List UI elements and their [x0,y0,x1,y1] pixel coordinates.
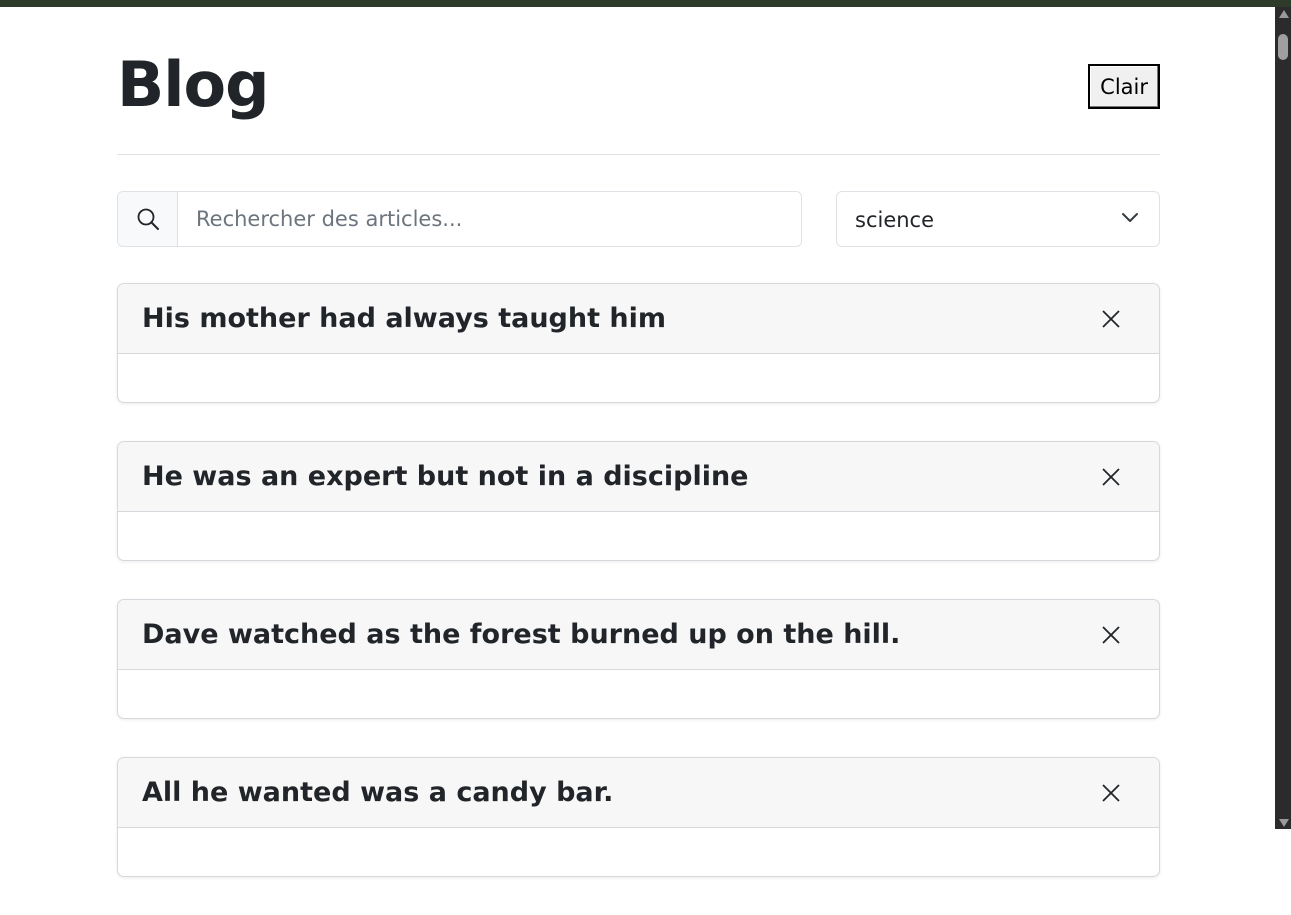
article-card-header: Dave watched as the forest burned up on … [118,600,1159,670]
article-title: All he wanted was a candy bar. [142,777,614,808]
article-card-header: He was an expert but not in a discipline [118,442,1159,512]
theme-toggle-button[interactable]: Clair [1088,64,1160,109]
close-icon[interactable] [1099,465,1123,489]
article-title: He was an expert but not in a discipline [142,461,749,492]
article-list: His mother had always taught him He was … [117,283,1160,915]
close-icon[interactable] [1099,623,1123,647]
close-icon[interactable] [1099,781,1123,805]
search-input[interactable] [178,192,801,246]
article-title: His mother had always taught him [142,303,667,334]
search-icon [118,192,178,246]
scrollbar-thumb[interactable] [1278,34,1288,60]
chevron-down-icon [1121,209,1139,231]
article-card: He was an expert but not in a discipline [117,441,1160,561]
article-title: Dave watched as the forest burned up on … [142,619,901,650]
article-card: His mother had always taught him [117,283,1160,403]
article-card-header: All he wanted was a candy bar. [118,758,1159,828]
category-selected-value: science [855,208,935,232]
article-card: All he wanted was a candy bar. [117,757,1160,877]
vertical-scrollbar[interactable] [1275,7,1291,829]
page-title: Blog [117,48,269,121]
article-card-header: His mother had always taught him [118,284,1159,354]
search-group [117,191,802,247]
scroll-up-arrow-icon[interactable] [1279,10,1289,18]
close-icon[interactable] [1099,307,1123,331]
scroll-down-arrow-icon[interactable] [1279,819,1289,827]
window-top-bar [0,0,1291,7]
article-card: Dave watched as the forest burned up on … [117,599,1160,719]
page-container: Blog Clair science His mother h [117,7,1160,877]
page-header: Blog Clair [117,7,1160,155]
category-select[interactable]: science [836,191,1160,247]
filter-bar: science [117,191,1160,247]
